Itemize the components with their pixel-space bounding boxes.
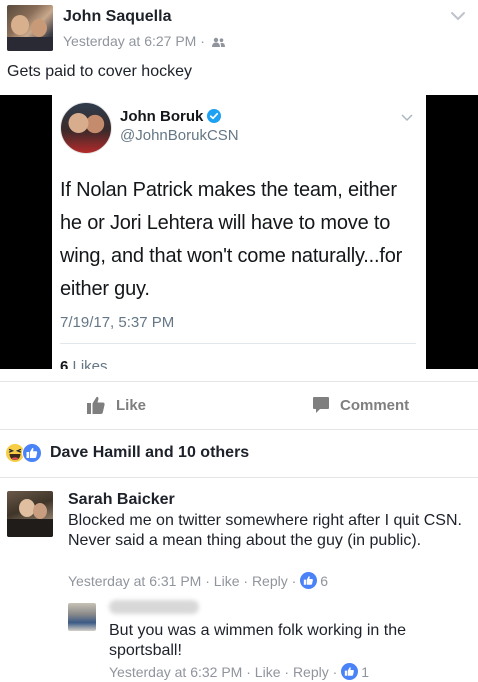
tweet-date: 7/19/17, 5:37 PM — [60, 314, 175, 331]
post-meta: Yesterday at 6:27 PM · — [63, 33, 225, 49]
meta-separator: · — [328, 663, 338, 680]
reply-reply-link[interactable]: Reply — [293, 664, 329, 680]
reply-like-count[interactable]: 1 — [361, 664, 369, 680]
divider — [0, 477, 478, 478]
comment-like-count[interactable]: 6 — [320, 573, 328, 589]
meta-separator: · — [287, 572, 297, 589]
tweet-handle: @JohnBorukCSN — [120, 127, 239, 144]
comment-meta: Yesterday at 6:31 PM · Like · Reply · 6 — [68, 572, 328, 589]
tweet-author-name: John Boruk — [120, 108, 222, 125]
like-reaction-icon — [22, 443, 42, 463]
tweet-likes-label: Likes — [68, 358, 108, 369]
tweet-chevron-icon — [401, 114, 413, 122]
tweet-card: John Boruk @JohnBorukCSN If Nolan Patric… — [52, 95, 426, 369]
meta-separator: · — [280, 663, 293, 680]
meta-separator: · — [196, 33, 209, 49]
comment-timestamp[interactable]: Yesterday at 6:31 PM — [68, 573, 201, 589]
reply-like-link[interactable]: Like — [255, 664, 281, 680]
comment-label: Comment — [340, 396, 410, 414]
like-reaction-icon — [341, 663, 359, 680]
reactions-text: Dave Hamill and 10 others — [50, 444, 250, 461]
reply-name-blurred[interactable] — [109, 600, 199, 614]
comment-button[interactable]: Comment — [312, 395, 409, 415]
like-reaction-icon — [300, 572, 318, 589]
action-bar: Like Comment — [0, 382, 478, 428]
thumbs-up-icon — [87, 396, 105, 414]
divider — [0, 429, 478, 430]
tweet-name-text: John Boruk — [120, 108, 204, 125]
meta-separator: · — [201, 572, 214, 589]
author-avatar[interactable] — [7, 5, 53, 51]
post-text: Gets paid to cover hockey — [7, 63, 192, 80]
comment-icon — [313, 397, 329, 413]
tweet-avatar — [60, 102, 112, 154]
reply-avatar[interactable] — [68, 603, 96, 631]
reactions-summary[interactable]: Dave Hamill and 10 others — [5, 442, 249, 464]
like-label: Like — [116, 396, 147, 414]
commenter-name[interactable]: Sarah Baicker — [68, 491, 175, 509]
post-timestamp[interactable]: Yesterday at 6:27 PM — [63, 33, 196, 49]
meta-separator: · — [242, 663, 255, 680]
commenter-avatar[interactable] — [7, 491, 53, 537]
post-header: John Saquella Yesterday at 6:27 PM · — [0, 0, 478, 60]
tweet-likes: 6 Likes — [60, 358, 108, 369]
reply-timestamp[interactable]: Yesterday at 6:32 PM — [109, 664, 242, 680]
comment-reply-link[interactable]: Reply — [252, 573, 288, 589]
author-name[interactable]: John Saquella — [63, 8, 171, 26]
meta-separator: · — [239, 572, 252, 589]
comment-like-link[interactable]: Like — [214, 573, 240, 589]
tweet-body: If Nolan Patrick makes the team, either … — [60, 179, 403, 300]
embedded-image[interactable]: John Boruk @JohnBorukCSN If Nolan Patric… — [0, 95, 478, 369]
reply-text: But you was a wimmen folk working in the… — [109, 622, 407, 659]
comment-text: Blocked me on twitter somewhere right af… — [68, 512, 462, 549]
chevron-down-icon[interactable] — [450, 10, 466, 22]
verified-badge-icon — [207, 109, 222, 123]
like-button[interactable]: Like — [86, 395, 146, 415]
friends-icon — [211, 37, 225, 47]
reply-meta: Yesterday at 6:32 PM · Like · Reply · 1 — [109, 663, 369, 680]
tweet-divider — [60, 343, 416, 344]
